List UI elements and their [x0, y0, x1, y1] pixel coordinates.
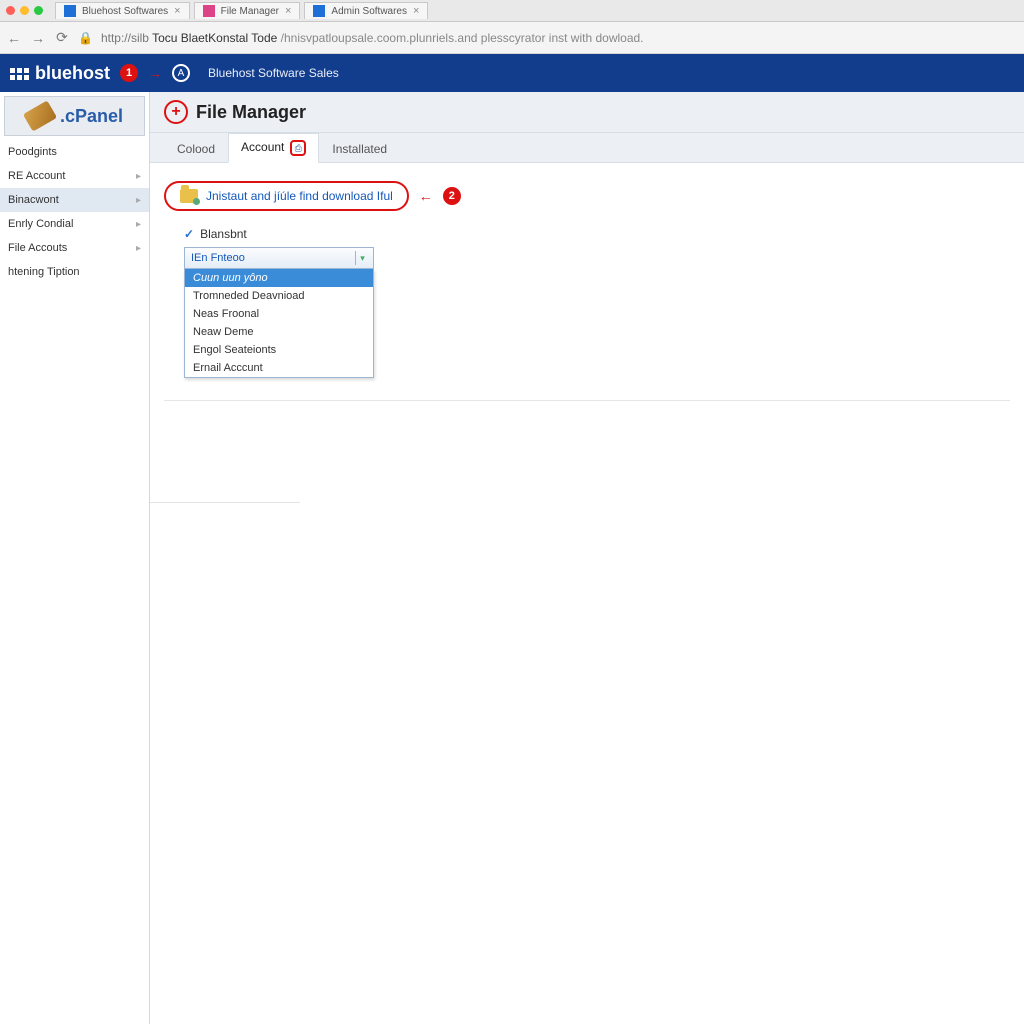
header-subtitle: Bluehost Software Sales — [208, 66, 339, 80]
lock-icon: 🔒 — [78, 31, 93, 45]
sidebar-item[interactable]: Binacwont ▸ — [0, 188, 149, 212]
tab-close-icon[interactable]: × — [285, 5, 291, 17]
main-content: + File Manager Colood Account ⎙ Installated… — [150, 92, 1024, 1024]
folder-download-icon — [180, 189, 198, 203]
url-path: /hnisvpatloupsale.coom.plunriels.and ple… — [281, 31, 644, 45]
plus-circle-icon[interactable]: + — [164, 100, 188, 124]
browser-address-bar: ← → ⟳ 🔒 http://silb Tocu BlaetKonstal To… — [0, 22, 1024, 54]
divider — [164, 400, 1010, 401]
chevron-right-icon: ▸ — [136, 243, 141, 254]
annotation-badge-2: 2 — [443, 187, 461, 205]
content-area: Jnistaut and jíúle find download Iful ← … — [150, 163, 1024, 419]
dropdown-option[interactable]: Neas Froonal — [185, 305, 373, 323]
favicon-icon — [313, 5, 325, 17]
content-tab[interactable]: Installated — [319, 135, 400, 163]
close-window-icon[interactable] — [6, 6, 15, 15]
cpanel-text: .cPanel — [60, 106, 123, 127]
dropdown-list: Cuun uun yônoTromneded DeavnioadNeas Fro… — [184, 269, 374, 378]
section-header: ✓ Blansbnt — [184, 227, 1010, 241]
select-section: ✓ Blansbnt IEn Fnteoo ▾ Cuun uun yônoTro… — [184, 227, 1010, 378]
reload-button[interactable]: ⟳ — [54, 29, 70, 46]
sidebar-item[interactable]: RE Account ▸ — [0, 164, 149, 188]
maximize-window-icon[interactable] — [34, 6, 43, 15]
sidebar-item-label: Poodgints — [8, 146, 57, 158]
chevron-right-icon: ▸ — [136, 171, 141, 182]
annotation-badge-1: 1 — [120, 64, 138, 82]
chevron-right-icon: ▸ — [136, 219, 141, 230]
callout-text: Jnistaut and jíúle find download Iful — [206, 189, 393, 203]
main-shell: .cPanel PoodgintsRE Account▸Binacwont▸En… — [0, 92, 1024, 1024]
user-icon[interactable]: A — [172, 64, 190, 82]
sidebar-item-label: Binacwont — [8, 194, 59, 206]
dropdown-option[interactable]: Cuun uun yôno — [185, 269, 373, 287]
sidebar: .cPanel PoodgintsRE Account▸Binacwont▸En… — [0, 92, 150, 1024]
wrench-icon — [23, 100, 57, 131]
dropdown-value: IEn Fnteoo — [191, 252, 245, 264]
browser-tab-strip: Bluehost Softwares × File Manager × Admi… — [0, 0, 1024, 22]
dropdown-option[interactable]: Neaw Deme — [185, 323, 373, 341]
dropdown-option[interactable]: Engol Seateionts — [185, 341, 373, 359]
favicon-icon — [203, 5, 215, 17]
annotation-arrow-icon: ← — [419, 188, 433, 204]
top-header: bluehost 1 → A Bluehost Software Sales — [0, 54, 1024, 92]
browser-tab[interactable]: Admin Softwares × — [304, 2, 428, 19]
content-tab[interactable]: Colood — [164, 135, 228, 163]
install-callout[interactable]: Jnistaut and jíúle find download Iful — [164, 181, 409, 211]
sidebar-item[interactable]: htening Tiption — [0, 260, 149, 284]
sidebar-item-label: RE Account — [8, 170, 65, 182]
tab-label: Installated — [332, 142, 387, 156]
window-controls — [6, 6, 43, 15]
minimize-window-icon[interactable] — [20, 6, 29, 15]
bluehost-logo[interactable]: bluehost — [10, 63, 110, 84]
sidebar-item[interactable]: Enrly Condial ▸ — [0, 212, 149, 236]
url-host: Tocu BlaetKonstal Tode — [152, 31, 277, 45]
annotation-arrow-icon: → — [148, 65, 162, 81]
section-label: Blansbnt — [200, 227, 247, 241]
back-button[interactable]: ← — [6, 30, 22, 46]
browser-tab-label: Bluehost Softwares — [82, 6, 168, 17]
tab-label: Account — [241, 140, 284, 154]
browser-tab-label: Admin Softwares — [331, 6, 407, 17]
sidebar-item[interactable]: Poodgints — [0, 140, 149, 164]
content-tabs: Colood Account ⎙ Installated — [150, 133, 1024, 163]
callout-row: Jnistaut and jíúle find download Iful ← … — [164, 181, 1010, 211]
sidebar-item-label: Enrly Condial — [8, 218, 73, 230]
page-title-bar: + File Manager — [150, 92, 1024, 133]
dropdown-option[interactable]: Tromneded Deavnioad — [185, 287, 373, 305]
browser-tab-label: File Manager — [221, 6, 279, 17]
sidebar-item-label: htening Tiption — [8, 266, 80, 278]
tab-close-icon[interactable]: × — [174, 5, 180, 17]
sidebar-item[interactable]: File Accouts ▸ — [0, 236, 149, 260]
cpanel-logo[interactable]: .cPanel — [4, 96, 145, 136]
browser-tab[interactable]: Bluehost Softwares × — [55, 2, 190, 19]
tab-close-icon[interactable]: × — [413, 5, 419, 17]
favicon-icon — [64, 5, 76, 17]
sidebar-divider — [150, 502, 300, 503]
browser-tab[interactable]: File Manager × — [194, 2, 301, 19]
chevron-down-icon: ▾ — [355, 251, 369, 265]
url-field[interactable]: http://silb Tocu BlaetKonstal Tode /hnis… — [101, 31, 1018, 45]
forward-button[interactable]: → — [30, 30, 46, 46]
url-protocol: http://silb — [101, 31, 149, 45]
check-icon: ✓ — [184, 227, 194, 241]
category-dropdown[interactable]: IEn Fnteoo ▾ — [184, 247, 374, 269]
dropdown-option[interactable]: Ernail Acccunt — [185, 359, 373, 377]
logo-text: bluehost — [35, 63, 110, 84]
content-tab[interactable]: Account ⎙ — [228, 133, 319, 163]
page-title: File Manager — [196, 102, 306, 123]
sidebar-item-label: File Accouts — [8, 242, 67, 254]
tab-label: Colood — [177, 142, 215, 156]
chevron-right-icon: ▸ — [136, 195, 141, 206]
grid-icon — [10, 68, 29, 80]
tab-badge-icon: ⎙ — [290, 140, 306, 156]
